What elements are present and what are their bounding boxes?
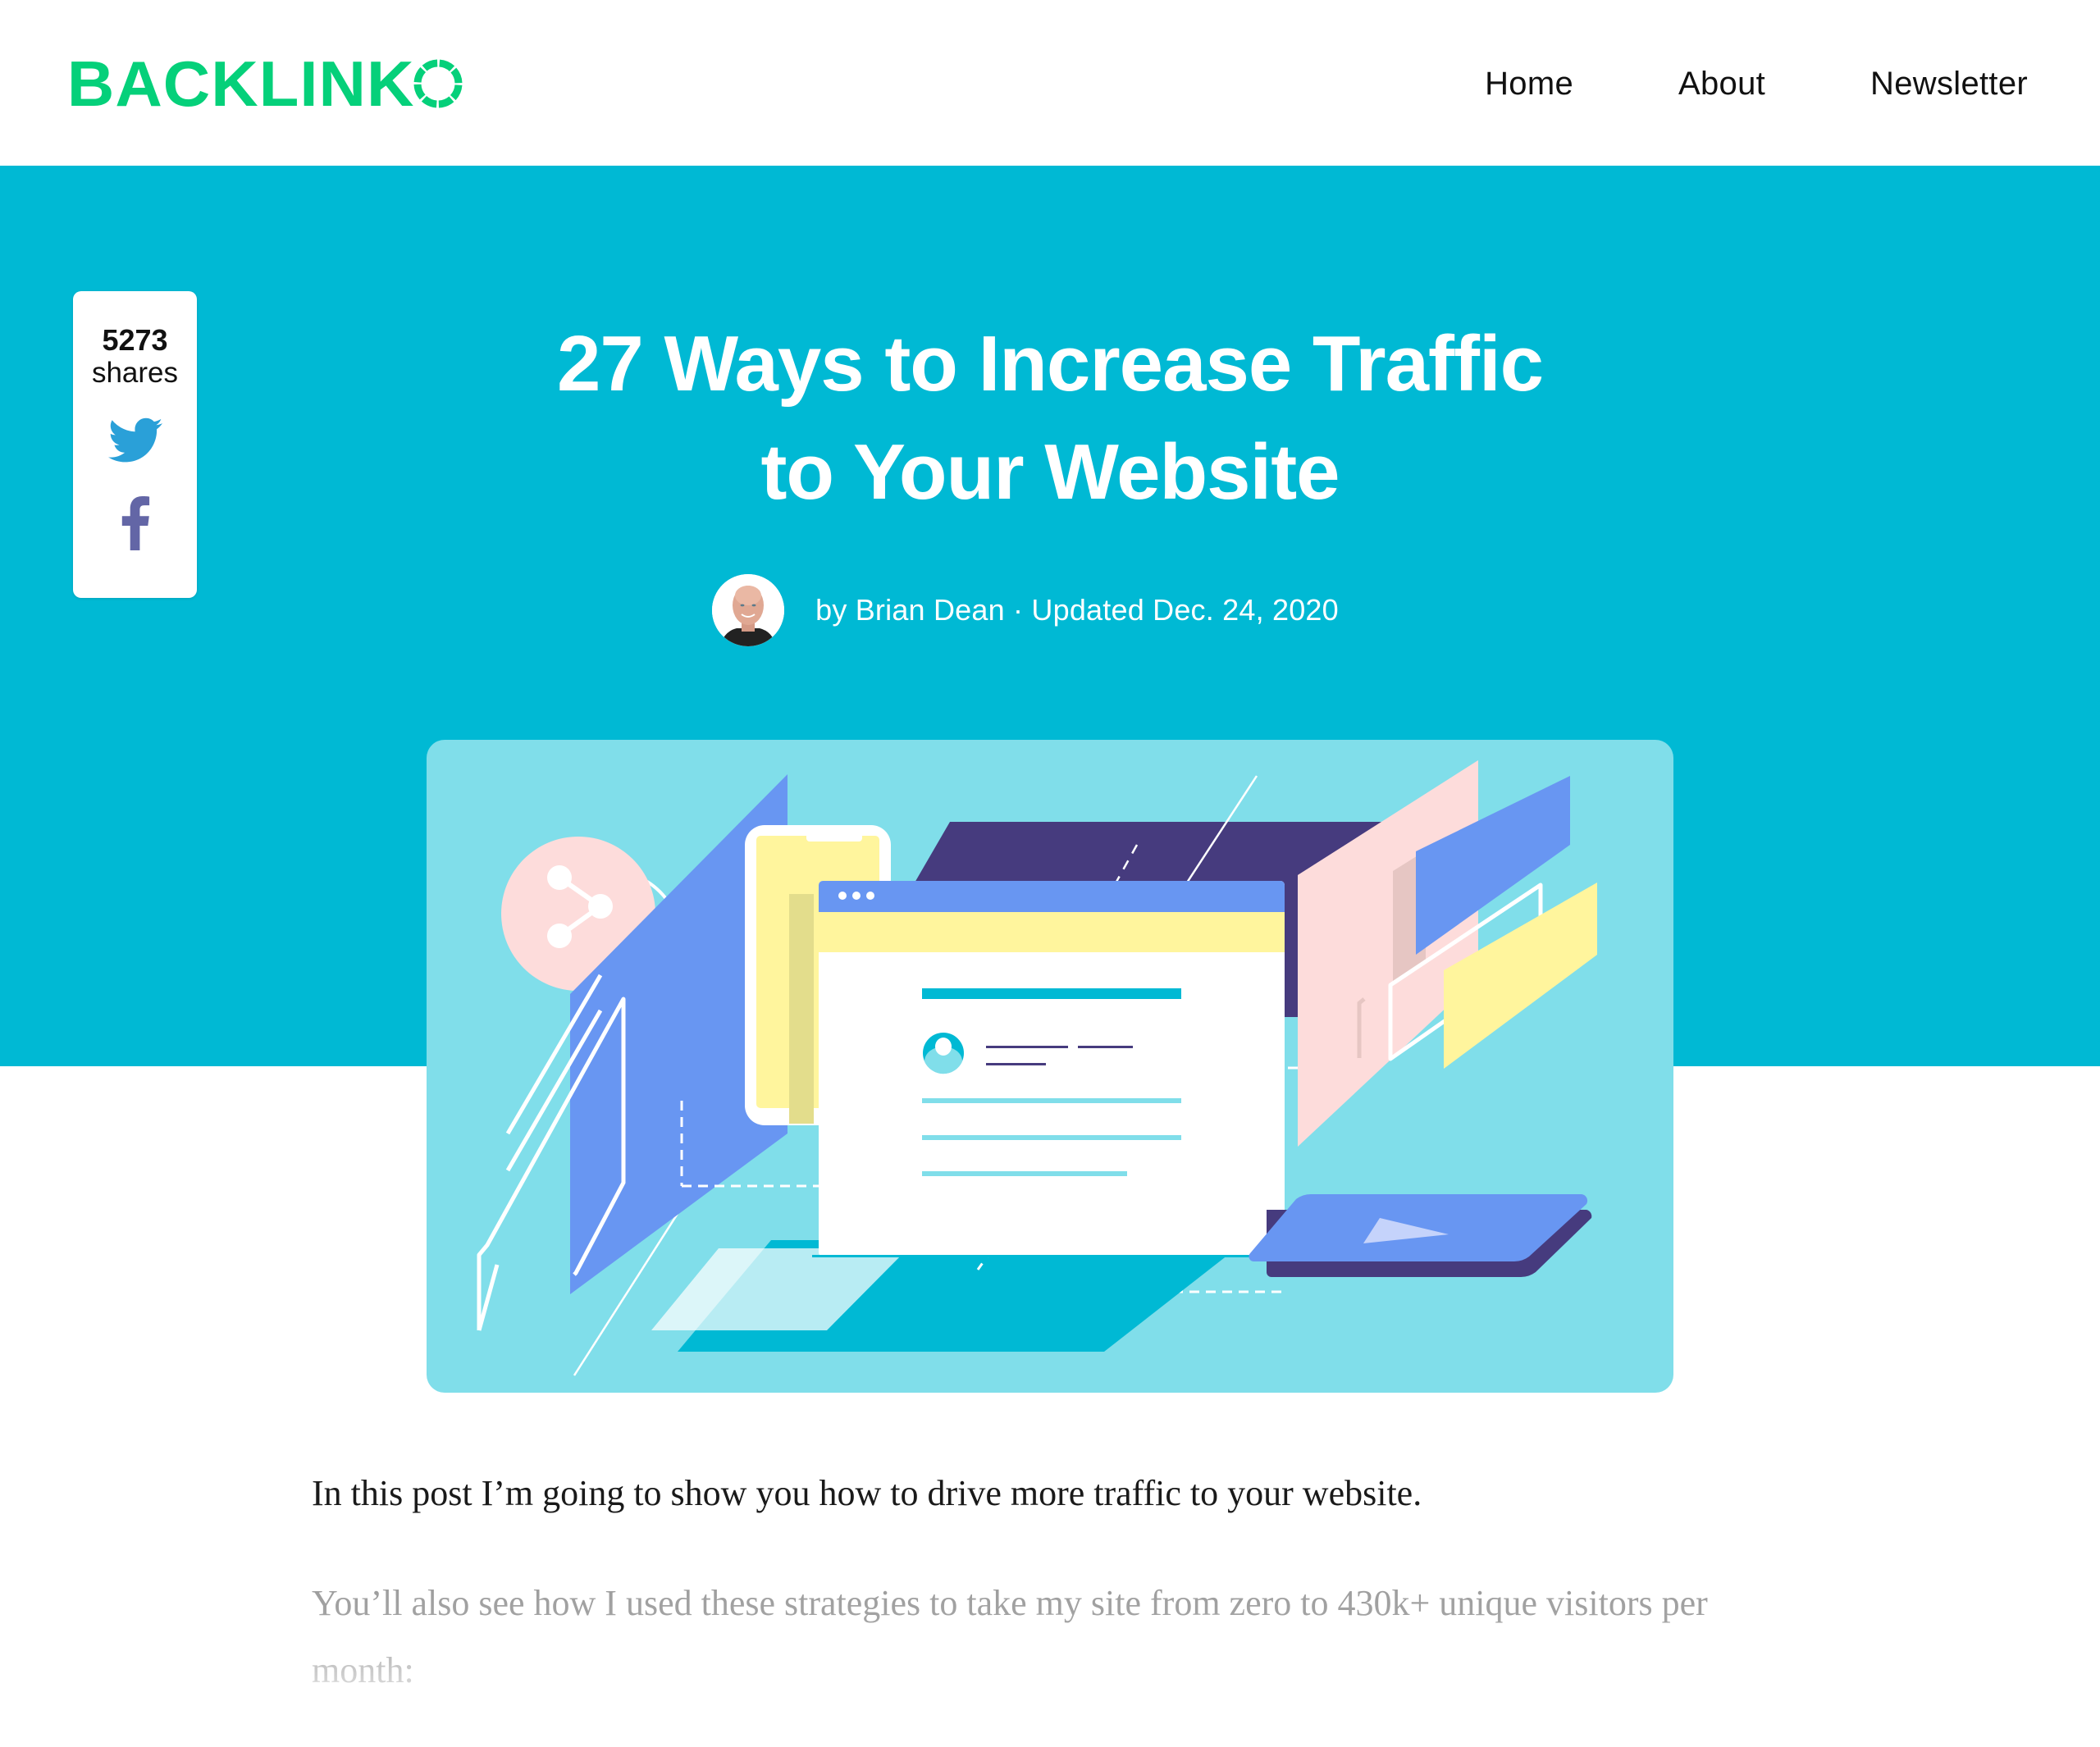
main-nav: Home About Newsletter [1380,57,2028,110]
author-avatar[interactable] [712,574,785,646]
post-title-line1: 27 Ways to Increase Traffic [556,320,1544,408]
browser-banner [819,912,1285,952]
intro-paragraph: In this post I’m going to show you how t… [312,1473,1422,1513]
window-dot [852,892,861,900]
intro-paragraph-faded: You’ll also see how I used these strateg… [312,1570,1772,1704]
text-line [922,1135,1181,1140]
backlinko-o-ring-icon [413,59,463,108]
text-line [922,1098,1181,1103]
chat-bubble-outline [477,1264,500,1331]
window-dot [838,892,847,900]
backlinko-logo[interactable]: BACKLINK [67,52,463,116]
phone-shadow [789,894,814,1124]
byline-text: by Brian Dean · Updated Dec. 24, 2020 [815,593,1339,627]
pink-panel-lower [1298,760,1478,1147]
text-line [986,1046,1068,1048]
text-line [986,1063,1046,1065]
window-dot [866,892,874,900]
nav-newsletter[interactable]: Newsletter [1870,66,2028,103]
post-title: 27 Ways to Increase Traffic to Your Webs… [0,310,2100,527]
nav-home[interactable]: Home [1485,66,1573,103]
heading-bar [922,988,1181,999]
post-title-line2: to Your Website [760,428,1340,516]
user-profile-icon [923,1033,964,1074]
site-header: BACKLINK Home About Newsletter [0,0,2100,166]
logo-text: BACKLINK [66,48,415,120]
smartphone-notch [806,832,862,842]
traffic-illustration [477,760,1597,1376]
text-line [1078,1046,1133,1048]
author-photo [712,574,785,646]
hero-illustration [427,740,1673,1393]
nav-about[interactable]: About [1678,66,1765,103]
browser-window-shadow-edge [812,1255,1286,1257]
post-byline: by Brian Dean · Updated Dec. 24, 2020 [0,574,2100,646]
text-line [922,1171,1127,1176]
post-content: In this post I’m going to show you how t… [312,1460,1772,1747]
browser-titlebar [819,881,1285,912]
